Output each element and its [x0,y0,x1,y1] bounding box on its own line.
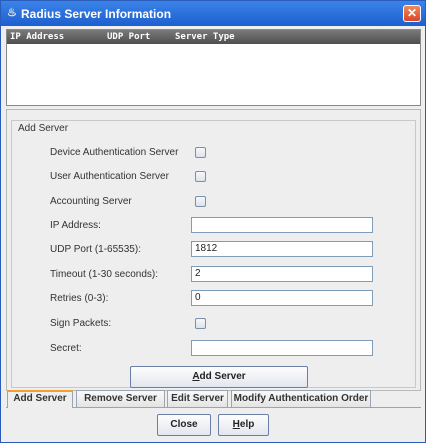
close-button[interactable]: Close [157,414,211,436]
secret-label: Secret: [50,343,82,354]
add-server-mnemonic: A [192,371,200,382]
accounting-label: Accounting Server [50,196,132,207]
timeout-field[interactable]: 2 [191,266,373,282]
tab-remove-server[interactable]: Remove Server [76,390,165,407]
radius-server-dialog: ♨ Radius Server Information ✕ IP Address… [0,0,426,443]
tab-edit-server[interactable]: Edit Server [167,390,228,407]
retries-label: Retries (0-3): [50,293,109,304]
tab-modify-authentication-order[interactable]: Modify Authentication Order [231,390,371,407]
retries-field[interactable]: 0 [191,290,373,306]
close-window-button[interactable]: ✕ [403,5,421,22]
help-button[interactable]: Help [218,414,269,436]
ip-address-label: IP Address: [50,220,101,231]
ip-address-field[interactable] [191,217,373,233]
column-header-server-type[interactable]: Server Type [175,32,235,42]
title-bar[interactable]: ♨ Radius Server Information ✕ [1,1,425,26]
user-auth-label: User Authentication Server [50,171,169,182]
column-header-ip-address[interactable]: IP Address [10,32,64,42]
user-auth-checkbox[interactable] [195,171,206,182]
udp-port-label: UDP Port (1-65535): [50,244,141,255]
accounting-checkbox[interactable] [195,196,206,207]
sign-packets-label: Sign Packets: [50,318,112,329]
add-server-group: Add Server Device Authentication Server … [11,120,416,388]
help-mnemonic: H [232,419,240,430]
add-server-button-label: dd Server [199,371,246,382]
timeout-label: Timeout (1-30 seconds): [50,269,159,280]
table-header: IP Address UDP Port Server Type [7,30,420,44]
tab-add-server[interactable]: Add Server [7,390,73,408]
device-auth-checkbox[interactable] [195,147,206,158]
window-title: Radius Server Information [21,7,172,21]
help-button-label: elp [239,419,255,430]
column-header-udp-port[interactable]: UDP Port [107,32,150,42]
tab-panel-add-server: Add Server Device Authentication Server … [6,109,421,391]
close-icon: ✕ [406,6,418,20]
java-cup-icon: ♨ [7,7,17,19]
udp-port-field[interactable]: 1812 [191,241,373,257]
sign-packets-checkbox[interactable] [195,318,206,329]
group-title: Add Server [16,123,71,134]
add-server-button[interactable]: Add Server [130,366,308,388]
radius-server-table[interactable]: IP Address UDP Port Server Type [6,29,421,106]
secret-field[interactable] [191,340,373,356]
device-auth-label: Device Authentication Server [50,147,179,158]
